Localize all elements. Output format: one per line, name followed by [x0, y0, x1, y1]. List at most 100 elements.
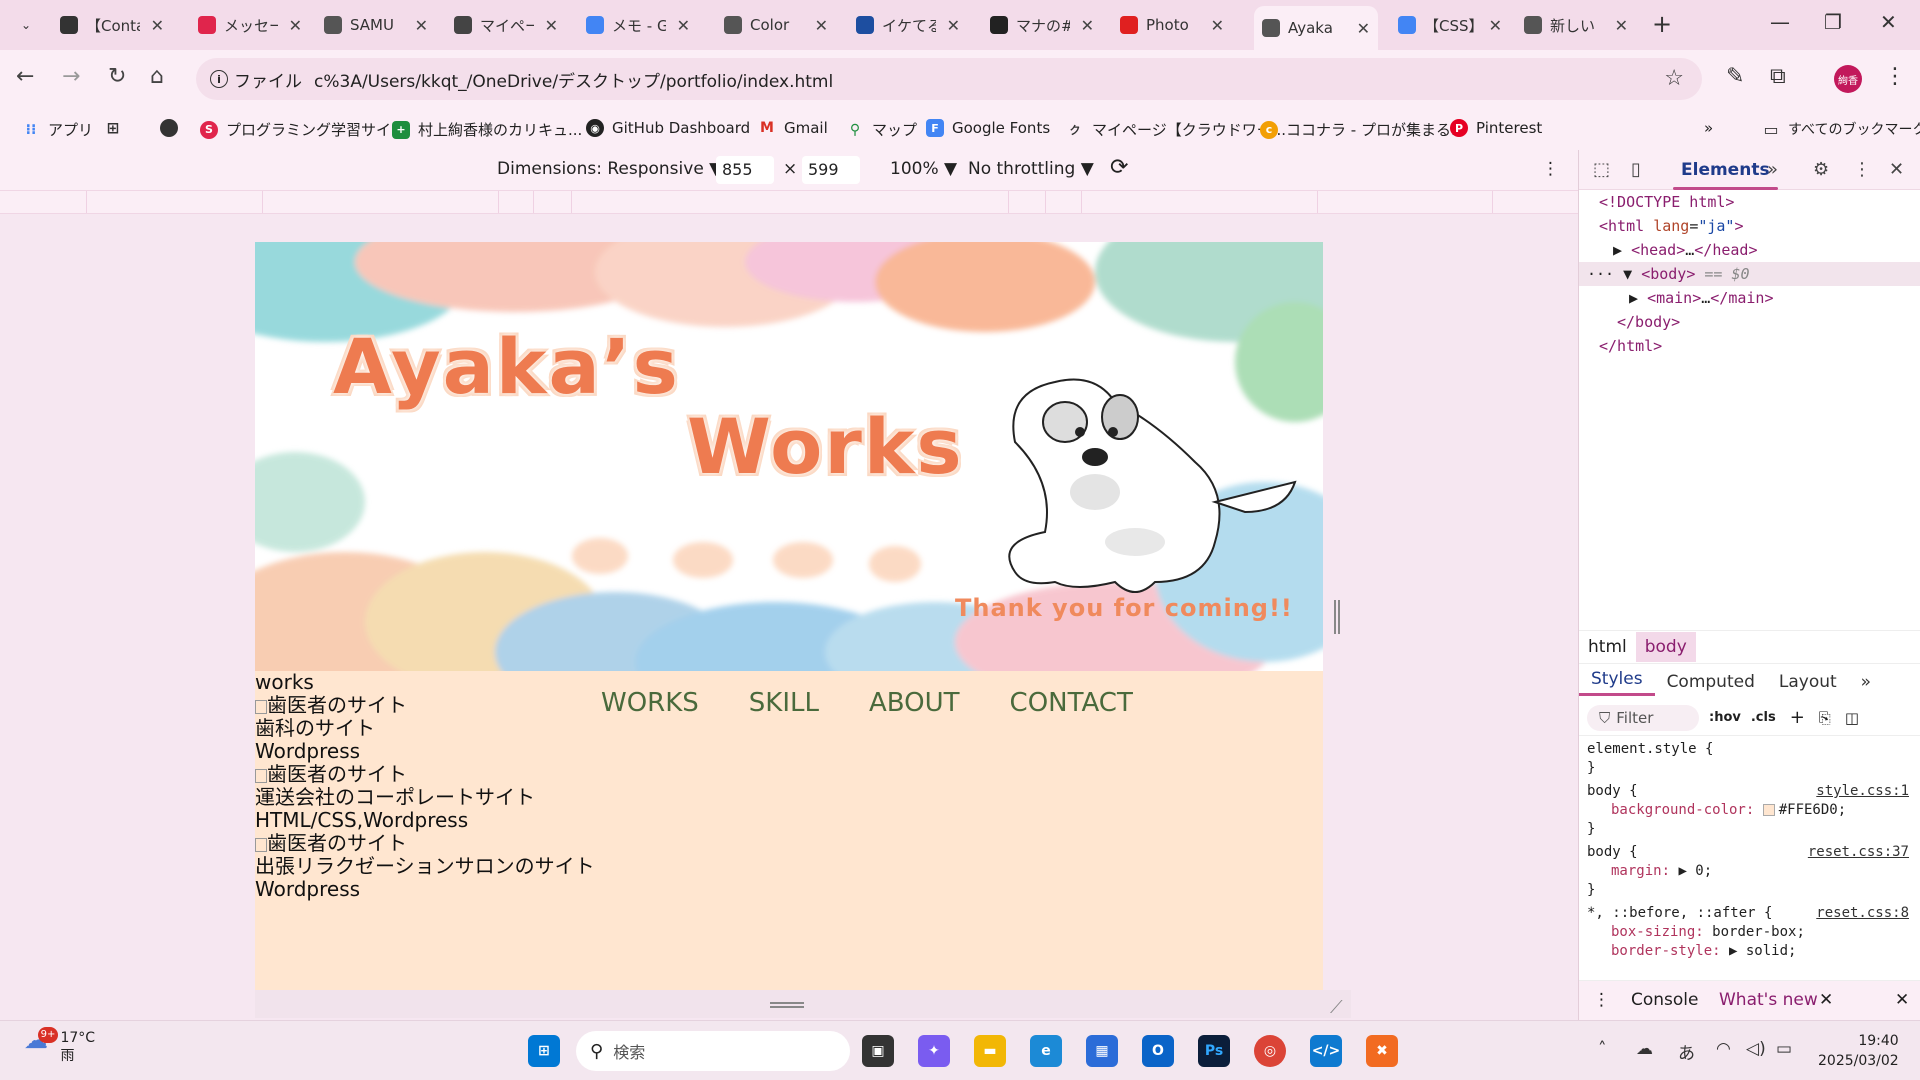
tab-close-icon[interactable]: ✕ [677, 16, 690, 35]
expand-triangle-icon[interactable]: ▶ [1629, 289, 1638, 307]
extensions-icon[interactable]: ⧉ [1770, 64, 1786, 89]
xampp-icon[interactable]: ✖ [1366, 1035, 1398, 1067]
close-drawer-icon[interactable]: ✕ [1895, 990, 1909, 1010]
rule-body-style-css[interactable]: style.css:1 body { background-color: #FF… [1587, 782, 1913, 839]
dom-body-close[interactable]: </body> [1579, 310, 1920, 334]
tab-12[interactable]: 新しい ✕ [1516, 8, 1636, 42]
bookmark-star-icon[interactable]: ☆ [1664, 66, 1684, 91]
dom-html-close[interactable]: </html> [1579, 334, 1920, 358]
reload-icon[interactable]: ↻ [108, 64, 126, 89]
inspect-element-icon[interactable]: ⬚ [1593, 159, 1610, 180]
bookmark-globe[interactable] [160, 119, 186, 137]
dimensions-dropdown[interactable]: Dimensions: Responsive ▼ [497, 159, 722, 179]
bookmark-apps[interactable]: ⁝⁝ アプリ [22, 119, 93, 140]
tab-close-icon[interactable]: ✕ [1211, 16, 1224, 35]
throttling-dropdown[interactable]: No throttling ▼ [968, 159, 1094, 179]
wifi-icon[interactable]: ◠ [1716, 1039, 1731, 1059]
rule-element-style[interactable]: element.style { } [1587, 740, 1913, 778]
bookmark-gmail[interactable]: M Gmail [758, 119, 828, 137]
tab-5[interactable]: メモ - G ✕ [578, 8, 698, 42]
tab-layout[interactable]: Layout [1767, 672, 1849, 692]
tab-1[interactable]: 【Conta ✕ [52, 8, 172, 42]
bookmark-programming[interactable]: S プログラミング学習サイ... [200, 119, 405, 140]
cls-toggle[interactable]: .cls [1751, 710, 1776, 725]
drawer-menu-icon[interactable]: ⋮ [1593, 990, 1610, 1010]
tab-console[interactable]: Console [1631, 990, 1699, 1010]
pen-edit-icon[interactable]: ✎ [1726, 64, 1744, 89]
tab-computed[interactable]: Computed [1655, 672, 1767, 692]
devtools-menu-icon[interactable]: ⋮ [1853, 159, 1871, 180]
viewport-width-input[interactable]: 855 [716, 156, 774, 184]
rule-property[interactable]: border-style: ▶ solid; [1587, 942, 1913, 961]
chrome-icon[interactable]: ◎ [1254, 1035, 1286, 1067]
bookmark-grid[interactable]: ⊞ [104, 119, 130, 137]
rule-source-link[interactable]: reset.css:8 [1816, 904, 1909, 923]
tab-close-icon[interactable]: ✕ [545, 16, 558, 35]
task-view-icon[interactable]: ▣ [862, 1035, 894, 1067]
work-item[interactable]: 歯医者のサイト 出張リラクゼーションサロンのサイト Wordpress [255, 832, 595, 901]
battery-icon[interactable]: ▭ [1776, 1039, 1792, 1059]
tab-close-icon[interactable]: ✕ [1489, 16, 1502, 35]
breadcrumb-body[interactable]: body [1635, 632, 1696, 662]
onedrive-icon[interactable]: ☁ [1636, 1039, 1653, 1059]
tab-6[interactable]: Color ✕ [716, 8, 836, 42]
viewport-height-input[interactable]: 599 [802, 156, 860, 184]
nav-works-link[interactable]: WORKS [601, 688, 699, 718]
tab-close-icon[interactable]: ✕ [1615, 16, 1628, 35]
rule-source-link[interactable]: reset.css:37 [1808, 843, 1909, 862]
tab-8[interactable]: マナの# ✕ [982, 8, 1102, 42]
nav-contact-link[interactable]: CONTACT [1010, 688, 1133, 718]
expand-triangle-icon[interactable]: ▶ [1613, 241, 1622, 259]
bookmarks-overflow-icon[interactable]: » [1704, 119, 1713, 137]
outlook-icon[interactable]: O [1142, 1035, 1174, 1067]
dom-main-node[interactable]: ▶ <main>…</main> [1579, 286, 1920, 310]
rule-property[interactable]: box-sizing: border-box; [1587, 923, 1913, 942]
rule-source-link[interactable]: style.css:1 [1816, 782, 1909, 801]
nav-about-link[interactable]: ABOUT [869, 688, 960, 718]
tab-close-icon[interactable]: ✕ [947, 16, 960, 35]
start-windows-icon[interactable]: ⊞ [528, 1035, 560, 1067]
viewport-resize-right[interactable] [1334, 600, 1340, 634]
edge-icon[interactable]: e [1030, 1035, 1062, 1067]
store-icon[interactable]: ▦ [1086, 1035, 1118, 1067]
volume-icon[interactable]: ◁) [1746, 1039, 1766, 1059]
bookmark-maps[interactable]: ⚲ マップ [846, 119, 917, 140]
tab-styles[interactable]: Styles [1579, 669, 1655, 696]
rotate-icon[interactable]: ⟳ [1110, 155, 1128, 180]
tab-2[interactable]: メッセー ✕ [190, 8, 310, 42]
dom-body-node[interactable]: ··· ▼ <body> == $0 [1579, 262, 1920, 286]
address-bar[interactable]: i ファイル c%3A/Users/kkqt_/OneDrive/デスクトップ/… [196, 58, 1702, 100]
tab-close-icon[interactable]: ✕ [289, 16, 302, 35]
resize-corner-icon[interactable]: ⟋ [1330, 997, 1343, 1018]
work-item[interactable]: 歯医者のサイト 運送会社のコーポレートサイト HTML/CSS,Wordpres… [255, 763, 595, 832]
bookmark-github[interactable]: ◉ GitHub Dashboard [586, 119, 750, 137]
bookmark-coconala[interactable]: c ココナラ - プロが集まる... [1260, 119, 1465, 140]
tab-elements[interactable]: Elements [1673, 160, 1778, 190]
close-devtools-icon[interactable]: ✕ [1889, 159, 1904, 180]
file-explorer-icon[interactable]: ▬ [974, 1035, 1006, 1067]
more-menu-icon[interactable]: ⋮ [1884, 64, 1906, 89]
ime-indicator[interactable]: あ [1678, 1039, 1695, 1064]
device-toggle-icon[interactable]: ▯ [1631, 159, 1641, 180]
more-style-tabs-icon[interactable]: » [1849, 672, 1883, 692]
copilot-icon[interactable]: ✦ [918, 1035, 950, 1067]
minimize-icon[interactable]: — [1770, 10, 1790, 34]
close-window-icon[interactable]: ✕ [1880, 10, 1897, 34]
tab-whats-new[interactable]: What's new [1719, 990, 1818, 1010]
collapse-triangle-icon[interactable]: ▼ [1623, 265, 1632, 283]
tab-10[interactable]: Ayaka ✕ [1254, 6, 1378, 50]
weather-widget[interactable]: 9+ ☁ 17°C 雨 [24, 1027, 95, 1065]
forward-arrow-icon[interactable]: → [62, 64, 80, 89]
dom-html-node[interactable]: <html lang="ja"> [1579, 214, 1920, 238]
more-tabs-icon[interactable]: » [1767, 159, 1778, 180]
bookmark-curriculum[interactable]: + 村上絢香様のカリキュ... [392, 119, 582, 140]
settings-gear-icon[interactable]: ⚙ [1813, 159, 1829, 180]
all-bookmarks[interactable]: ▭ すべてのブックマーク [1762, 119, 1920, 139]
tab-7[interactable]: イケてる ✕ [848, 8, 968, 42]
nav-skill-link[interactable]: SKILL [749, 688, 819, 718]
tab-9[interactable]: Photo ✕ [1112, 8, 1232, 42]
dom-head-node[interactable]: ▶ <head>…</head> [1579, 238, 1920, 262]
new-tab-button[interactable]: + [1652, 10, 1672, 38]
rule-universal-reset-css[interactable]: reset.css:8 *, ::before, ::after { box-s… [1587, 904, 1913, 961]
avatar[interactable]: 絢香 [1834, 65, 1862, 93]
